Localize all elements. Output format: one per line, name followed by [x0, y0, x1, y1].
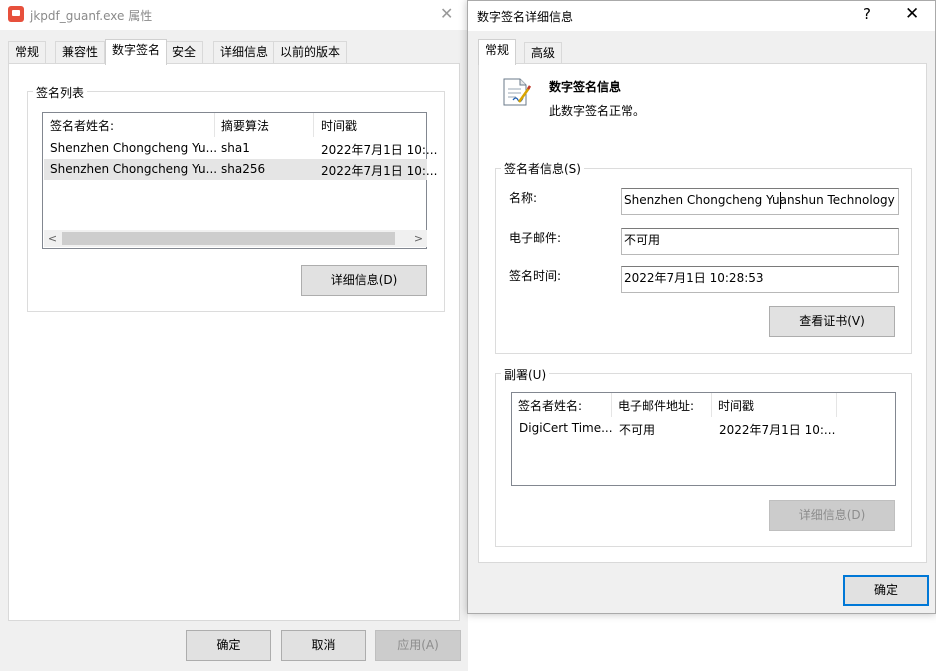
info-status: 此数字签名正常。	[549, 104, 646, 118]
row-timestamp: 2022年7月1日 10:...	[719, 423, 836, 437]
signature-list-label: 签名列表	[33, 84, 88, 101]
column-divider[interactable]	[611, 393, 612, 417]
details-button[interactable]: 详细信息(D)	[301, 265, 427, 296]
countersignatures-label: 副署(U)	[501, 366, 550, 383]
details-title: 数字签名详细信息	[477, 10, 574, 24]
properties-window: jkpdf_guanf.exe 属性 ✕ 常规 兼容性 数字签名 安全 详细信息…	[0, 0, 468, 671]
chevron-left-icon[interactable]: <	[44, 230, 61, 247]
signature-details-window: 数字签名详细信息 ? ✕ 常规 高级 数字签名信息 此数字签名正常。 签名者信息…	[467, 0, 936, 614]
tab-compatibility[interactable]: 兼容性	[55, 41, 106, 63]
name-value: Shenzhen Chongcheng Yuanshun Technology …	[624, 193, 899, 207]
signer-info-label: 签名者信息(S)	[501, 160, 584, 177]
cancel-button[interactable]: 取消	[281, 630, 366, 661]
signature-document-icon	[503, 78, 531, 106]
row-algorithm: sha256	[221, 162, 266, 176]
general-panel: 数字签名信息 此数字签名正常。 签名者信息(S) 名称: Shenzhen Ch…	[478, 63, 927, 563]
column-divider[interactable]	[711, 393, 712, 417]
tab-details[interactable]: 详细信息	[213, 41, 276, 63]
column-divider[interactable]	[313, 113, 314, 137]
details-titlebar[interactable]: 数字签名详细信息 ? ✕	[468, 1, 935, 31]
view-certificate-button[interactable]: 查看证书(V)	[769, 306, 895, 337]
tab-general[interactable]: 常规	[478, 39, 517, 65]
signature-list-header: 签名者姓名: 摘要算法 时间戳	[43, 113, 426, 137]
row-timestamp: 2022年7月1日 10:...	[321, 164, 438, 178]
tab-previous-versions[interactable]: 以前的版本	[273, 41, 348, 63]
signing-time-field[interactable]: 2022年7月1日 10:28:53	[621, 266, 899, 293]
properties-title: jkpdf_guanf.exe 属性	[30, 9, 153, 23]
column-header-timestamp[interactable]: 时间戳	[718, 397, 754, 414]
close-icon[interactable]: ✕	[905, 4, 919, 24]
tab-advanced[interactable]: 高级	[524, 42, 563, 64]
column-divider[interactable]	[836, 393, 837, 417]
row-email: 不可用	[619, 423, 656, 437]
chevron-right-icon[interactable]: >	[410, 230, 427, 247]
ok-button[interactable]: 确定	[843, 575, 929, 606]
countersignature-list-header: 签名者姓名: 电子邮件地址: 时间戳	[512, 393, 895, 417]
table-row[interactable]: DigiCert Time... 不可用 2022年7月1日 10:...	[513, 418, 896, 439]
help-icon[interactable]: ?	[863, 5, 871, 23]
row-signer: Shenzhen Chongcheng Yu...	[50, 141, 218, 155]
name-field[interactable]: Shenzhen Chongcheng Yuanshun Technology …	[621, 188, 899, 215]
digital-signatures-panel: 签名列表 签名者姓名: 摘要算法 时间戳 Shenzhen Chongcheng…	[8, 63, 460, 621]
row-algorithm: sha1	[221, 141, 250, 155]
column-header-email[interactable]: 电子邮件地址:	[618, 397, 694, 414]
horizontal-scrollbar[interactable]: < >	[44, 230, 427, 247]
app-icon	[8, 6, 24, 22]
close-icon[interactable]: ✕	[440, 4, 453, 23]
info-heading: 数字签名信息	[549, 80, 622, 94]
row-timestamp: 2022年7月1日 10:...	[321, 143, 438, 157]
apply-button: 应用(A)	[375, 630, 461, 661]
column-header-signer[interactable]: 签名者姓名:	[50, 117, 114, 134]
row-signer: DigiCert Time...	[519, 421, 613, 435]
table-row[interactable]: Shenzhen Chongcheng Yu... sha256 2022年7月…	[44, 159, 437, 180]
properties-titlebar[interactable]: jkpdf_guanf.exe 属性 ✕	[0, 0, 468, 30]
column-header-signer[interactable]: 签名者姓名:	[518, 397, 582, 414]
tab-security[interactable]: 安全	[165, 41, 204, 63]
signature-list[interactable]: 签名者姓名: 摘要算法 时间戳 Shenzhen Chongcheng Yu..…	[42, 112, 437, 249]
tab-general[interactable]: 常规	[8, 41, 47, 63]
signing-time-label: 签名时间:	[509, 269, 562, 283]
ok-button[interactable]: 确定	[186, 630, 271, 661]
email-field[interactable]: 不可用	[621, 228, 899, 255]
table-row[interactable]: Shenzhen Chongcheng Yu... sha1 2022年7月1日…	[44, 138, 437, 159]
email-label: 电子邮件:	[509, 231, 562, 245]
countersignature-details-button: 详细信息(D)	[769, 500, 895, 531]
countersignature-list[interactable]: 签名者姓名: 电子邮件地址: 时间戳 DigiCert Time... 不可用 …	[511, 392, 896, 486]
column-header-algorithm[interactable]: 摘要算法	[221, 117, 269, 134]
column-header-timestamp[interactable]: 时间戳	[321, 117, 357, 134]
tab-digital-signatures[interactable]: 数字签名	[105, 39, 168, 65]
text-cursor	[780, 192, 781, 209]
row-signer: Shenzhen Chongcheng Yu...	[50, 162, 218, 176]
scrollbar-thumb[interactable]	[62, 232, 395, 245]
name-label: 名称:	[509, 191, 538, 205]
column-divider[interactable]	[214, 113, 215, 137]
